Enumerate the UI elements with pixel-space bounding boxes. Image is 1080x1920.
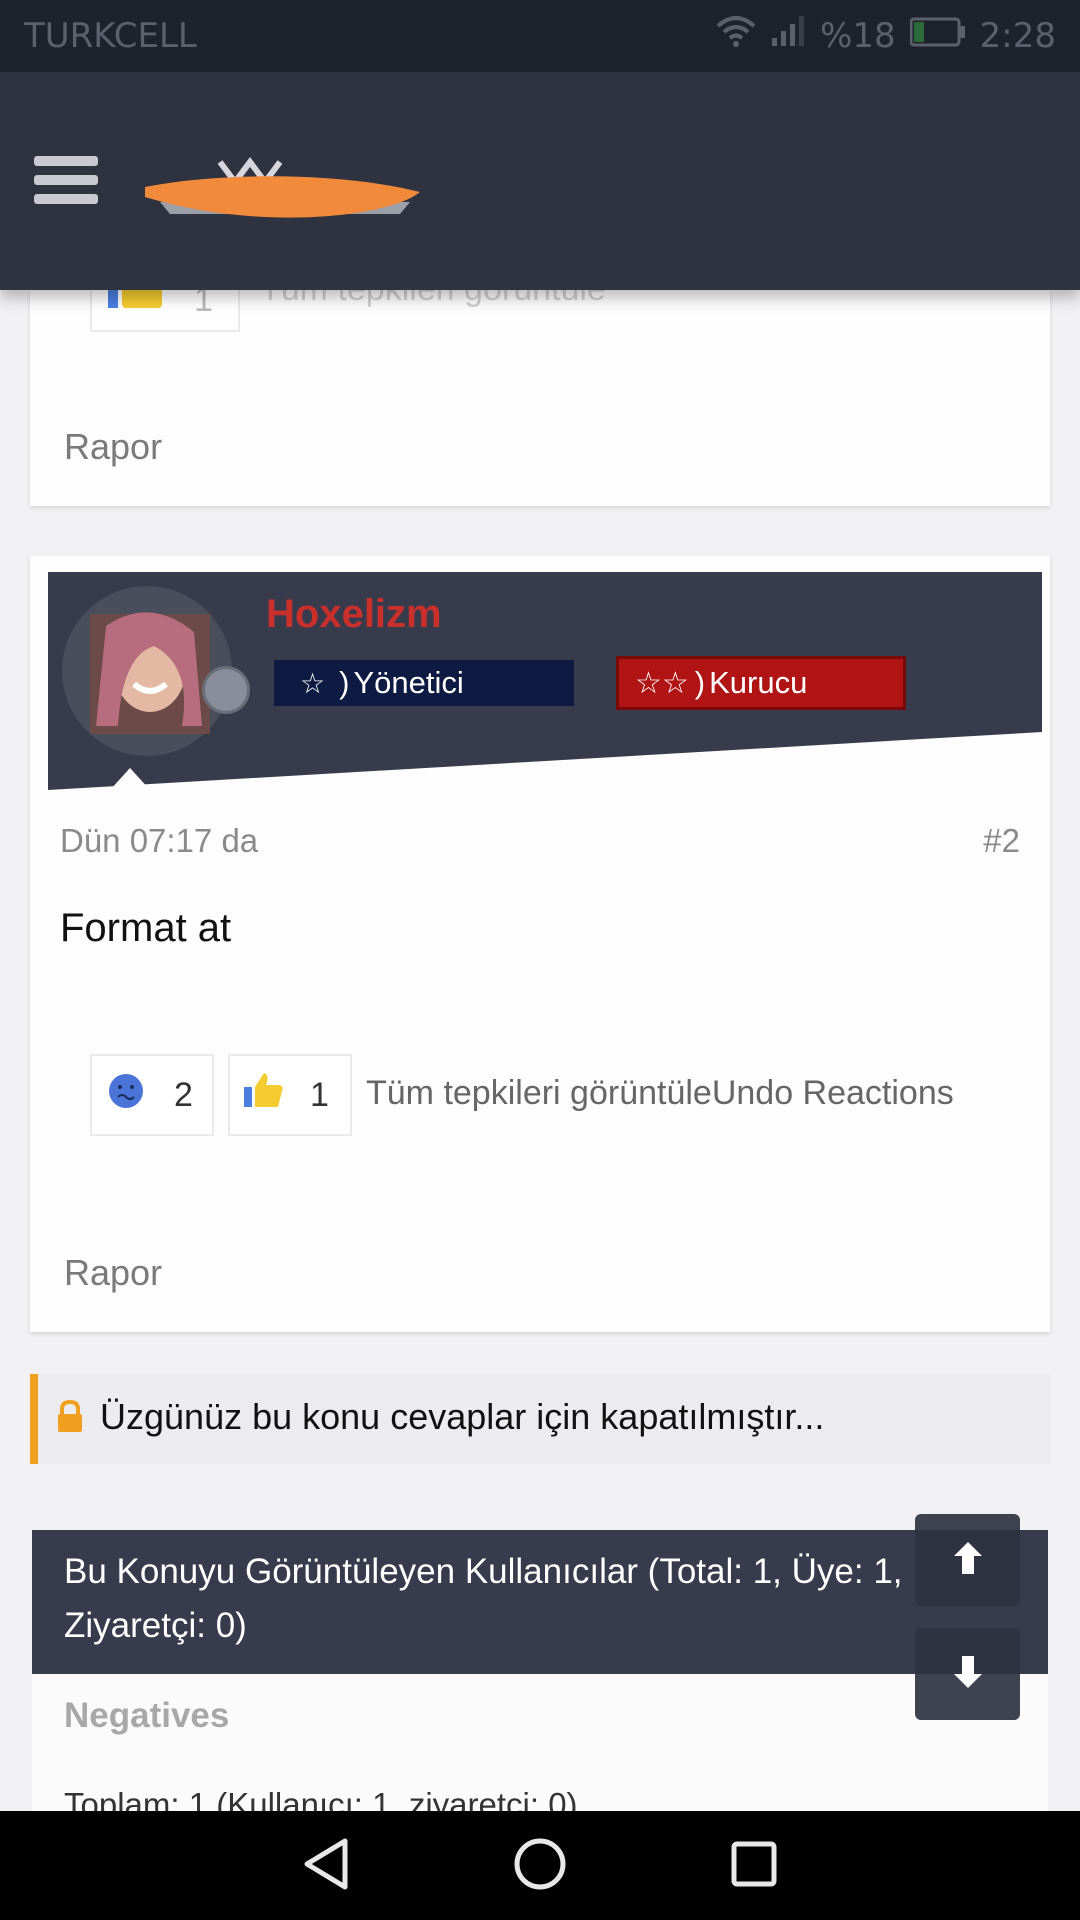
thread-viewers-panel: Bu Konuyu Görüntüleyen Kullanıcılar (Tot…: [32, 1530, 1048, 1674]
reaction-confused[interactable]: 2: [90, 1054, 214, 1136]
report-link[interactable]: Rapor: [64, 426, 162, 468]
confused-face-icon: [108, 1073, 144, 1118]
badge-founder-label: Kurucu: [709, 665, 808, 700]
post-number[interactable]: #2: [983, 822, 1020, 860]
reaction-thumbs-up[interactable]: 1: [228, 1054, 352, 1136]
battery-icon: [909, 16, 966, 56]
thumbs-up-icon: [244, 1072, 284, 1118]
crescent-divider-icon: ): [339, 665, 350, 700]
thread-viewers-line1: Bu Konuyu Görüntüleyen Kullanıcılar (Tot…: [64, 1552, 903, 1591]
avatar[interactable]: [62, 586, 250, 756]
badge-founder: ☆☆ ) Kurucu: [616, 656, 906, 710]
locked-notice: Üzgünüz bu konu cevaplar için kapatılmış…: [30, 1374, 1050, 1464]
reaction-count: 1: [310, 1075, 329, 1114]
negatives-title: Negatives: [64, 1696, 230, 1735]
reaction-count: 2: [174, 1075, 193, 1114]
negatives-panel: Negatives Toplam: 1 (Kullanıcı: 1, ziyar…: [32, 1674, 1048, 1812]
wifi-icon: [716, 14, 756, 57]
star-icon: ☆: [300, 667, 326, 699]
carrier-label: TURKCELL: [24, 16, 197, 56]
locked-notice-text: Üzgünüz bu konu cevaplar için kapatılmış…: [100, 1396, 825, 1437]
thread-viewers-line2: Ziyaretçi: 0): [64, 1606, 247, 1645]
reaction-links[interactable]: Tüm tepkileri görüntüleUndo Reactions: [366, 1074, 954, 1113]
system-nav-bar: [0, 1811, 1080, 1920]
badge-admin-label: Yönetici: [353, 665, 464, 700]
double-star-icon: ☆☆: [635, 666, 689, 700]
back-icon[interactable]: [301, 1837, 351, 1895]
signal-icon: [770, 14, 806, 57]
home-icon[interactable]: [513, 1837, 567, 1895]
online-status-icon: [202, 666, 250, 714]
battery-percent: %18: [820, 15, 896, 56]
post-date[interactable]: Dün 07:17 da: [60, 822, 258, 860]
arrow-up-icon: [950, 1540, 986, 1580]
scroll-bottom-button[interactable]: [915, 1628, 1020, 1720]
crescent-divider-icon: ): [694, 665, 706, 700]
site-logo[interactable]: [140, 142, 430, 236]
post-card-1: 1 Tüm tepkileri görüntüle Rapor: [30, 270, 1050, 506]
username[interactable]: Hoxelizm: [266, 592, 442, 637]
scroll-top-button[interactable]: [915, 1514, 1020, 1606]
post-body: Format at: [60, 906, 232, 950]
app-header: [0, 72, 1080, 290]
clock: 2:28: [979, 15, 1056, 56]
post-card-2: Hoxelizm ☆ ) Yönetici ☆☆ ) Kurucu Dün 07…: [30, 556, 1050, 1332]
recents-icon[interactable]: [729, 1839, 779, 1893]
negatives-total: Toplam: 1 (Kullanıcı: 1, ziyaretçi: 0): [64, 1786, 578, 1812]
badge-admin: ☆ ) Yönetici: [274, 660, 574, 706]
status-bar: TURKCELL %18 2:28: [0, 0, 1080, 72]
menu-icon[interactable]: [34, 156, 98, 212]
report-link[interactable]: Rapor: [64, 1252, 162, 1294]
user-header: Hoxelizm ☆ ) Yönetici ☆☆ ) Kurucu: [48, 572, 1042, 790]
lock-icon: [56, 1399, 84, 1438]
arrow-down-icon: [950, 1654, 986, 1694]
